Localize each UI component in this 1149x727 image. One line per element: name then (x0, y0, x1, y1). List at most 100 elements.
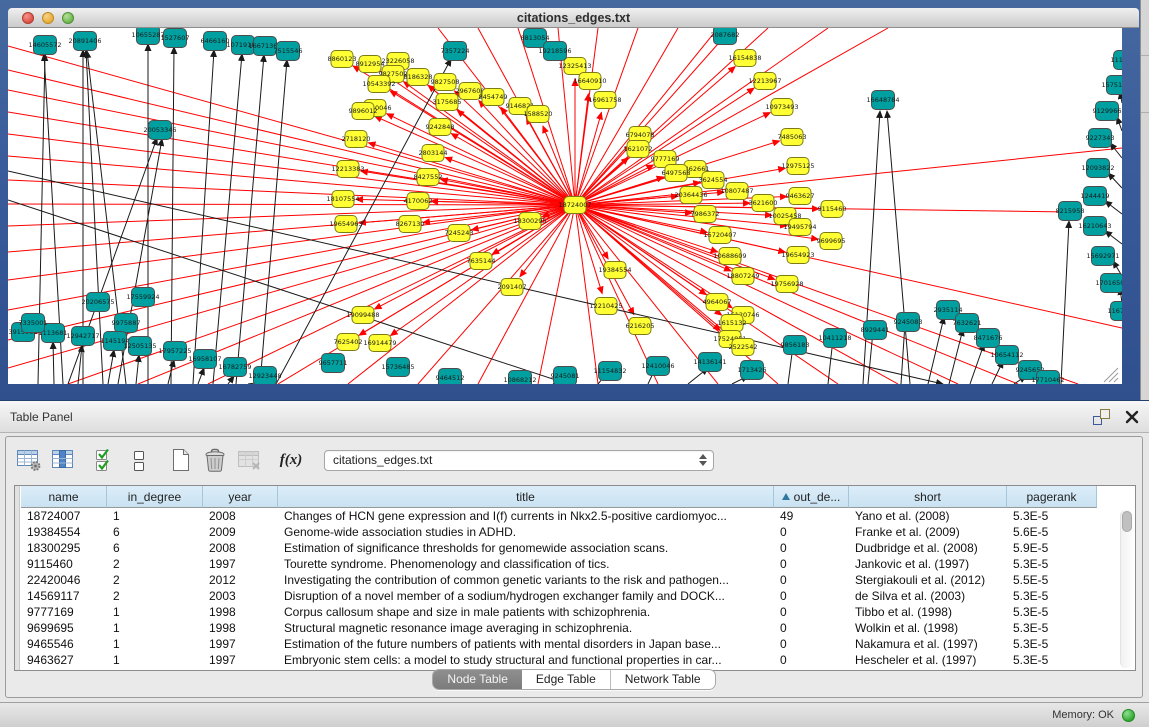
tab-network-table[interactable]: Network Table (610, 670, 715, 689)
network-node[interactable] (322, 354, 345, 373)
column-header-in_degree[interactable]: in_degree (107, 486, 203, 508)
network-node[interactable] (706, 294, 728, 311)
network-node[interactable] (254, 37, 277, 56)
network-node[interactable] (417, 169, 439, 186)
network-node[interactable] (665, 165, 687, 182)
resize-grip-icon[interactable] (1109, 373, 1118, 382)
table-vertical-scrollbar[interactable] (1120, 510, 1133, 668)
table-row[interactable]: 946362711997Embryonic stem cells: a mode… (21, 652, 1135, 668)
network-node[interactable] (104, 332, 127, 351)
network-node[interactable] (1114, 51, 1123, 70)
network-node[interactable] (232, 36, 255, 55)
network-node[interactable] (407, 193, 429, 210)
network-node[interactable] (821, 201, 843, 218)
network-node[interactable] (332, 191, 354, 208)
network-node[interactable] (254, 367, 277, 385)
network-node[interactable] (604, 262, 626, 279)
network-node[interactable] (564, 58, 586, 75)
network-node[interactable] (627, 141, 649, 158)
network-node[interactable] (1111, 302, 1123, 321)
network-node[interactable] (647, 357, 670, 376)
network-node[interactable] (734, 50, 756, 67)
network-node[interactable] (34, 36, 57, 55)
network-node[interactable] (787, 247, 809, 264)
column-header-out_de[interactable]: out_de... (774, 486, 849, 508)
network-node[interactable] (439, 369, 462, 385)
table-row[interactable]: 1938455462009Genome-wide association stu… (21, 524, 1135, 540)
scrollbar-thumb[interactable] (1122, 511, 1132, 532)
network-node[interactable] (387, 358, 410, 377)
network-node[interactable] (719, 248, 741, 265)
network-node[interactable] (752, 195, 774, 212)
tab-node-table[interactable]: Node Table (433, 670, 522, 689)
network-node[interactable] (137, 28, 160, 45)
network-node[interactable] (164, 29, 187, 48)
network-node[interactable] (714, 28, 737, 45)
network-node[interactable] (115, 314, 138, 333)
function-builder-button[interactable]: f(x) (276, 445, 306, 475)
column-header-year[interactable]: year (203, 486, 278, 508)
network-node[interactable] (331, 51, 353, 68)
column-header-short[interactable]: short (849, 486, 1007, 508)
network-node[interactable] (680, 187, 702, 204)
network-node[interactable] (501, 279, 523, 296)
network-node[interactable] (789, 219, 811, 236)
network-node[interactable] (726, 183, 748, 200)
network-node[interactable] (599, 362, 622, 381)
deselect-rows-button[interactable] (124, 445, 154, 475)
network-node[interactable] (781, 129, 803, 146)
network-node[interactable] (429, 119, 451, 136)
network-node[interactable] (337, 334, 359, 351)
network-node[interactable] (527, 106, 549, 123)
network-node[interactable] (820, 233, 842, 250)
column-header-pagerank[interactable]: pagerank (1007, 486, 1097, 508)
network-node[interactable] (149, 121, 172, 140)
network-node[interactable] (194, 350, 217, 369)
network-node[interactable] (694, 206, 716, 223)
table-row[interactable]: 911546021997Tourette syndrome. Phenomeno… (21, 556, 1135, 572)
table-selector-dropdown[interactable]: citations_edges.txt (324, 450, 714, 471)
network-node[interactable] (335, 216, 357, 233)
network-node[interactable] (754, 73, 776, 90)
network-node[interactable] (702, 172, 724, 189)
network-node[interactable] (1084, 187, 1107, 206)
network-node[interactable] (709, 227, 731, 244)
table-row[interactable]: 1456911722003Disruption of a novel membe… (21, 588, 1135, 604)
network-node[interactable] (1107, 76, 1123, 95)
network-node[interactable] (524, 29, 547, 48)
network-window-titlebar[interactable]: citations_edges.txt (8, 8, 1139, 28)
network-node[interactable] (448, 225, 470, 242)
network-node[interactable] (1089, 129, 1112, 148)
network-node[interactable] (277, 42, 300, 61)
table-row[interactable]: 969969511998Structural magnetic resonanc… (21, 620, 1135, 636)
network-node[interactable] (224, 358, 247, 377)
network-node[interactable] (789, 188, 811, 205)
network-node[interactable] (1059, 202, 1082, 221)
network-node[interactable] (897, 313, 920, 332)
table-row[interactable]: 1830029562008Estimation of significance … (21, 540, 1135, 556)
network-node[interactable] (204, 32, 227, 51)
network-node[interactable] (72, 327, 95, 346)
tab-edge-table[interactable]: Edge Table (522, 670, 610, 689)
column-header-name[interactable]: name (21, 486, 107, 508)
network-node[interactable] (554, 367, 577, 385)
table-row[interactable]: 946554611997Estimation of the future num… (21, 636, 1135, 652)
delete-columns-button[interactable] (200, 445, 230, 475)
network-node[interactable] (741, 361, 764, 380)
network-node[interactable] (1101, 274, 1123, 293)
network-node[interactable] (470, 253, 492, 270)
network-node[interactable] (1092, 247, 1115, 266)
network-node[interactable] (996, 346, 1019, 365)
network-node[interactable] (164, 342, 187, 361)
network-node[interactable] (399, 216, 421, 233)
network-node[interactable] (787, 158, 809, 175)
network-node[interactable] (407, 69, 429, 86)
network-node[interactable] (771, 99, 793, 116)
network-node[interactable] (482, 89, 504, 106)
memory-status-icon[interactable] (1122, 709, 1135, 722)
network-node[interactable] (956, 314, 979, 333)
network-node[interactable] (74, 32, 97, 51)
network-node[interactable] (87, 293, 110, 312)
network-node[interactable] (1096, 102, 1119, 121)
network-node[interactable] (579, 73, 601, 90)
